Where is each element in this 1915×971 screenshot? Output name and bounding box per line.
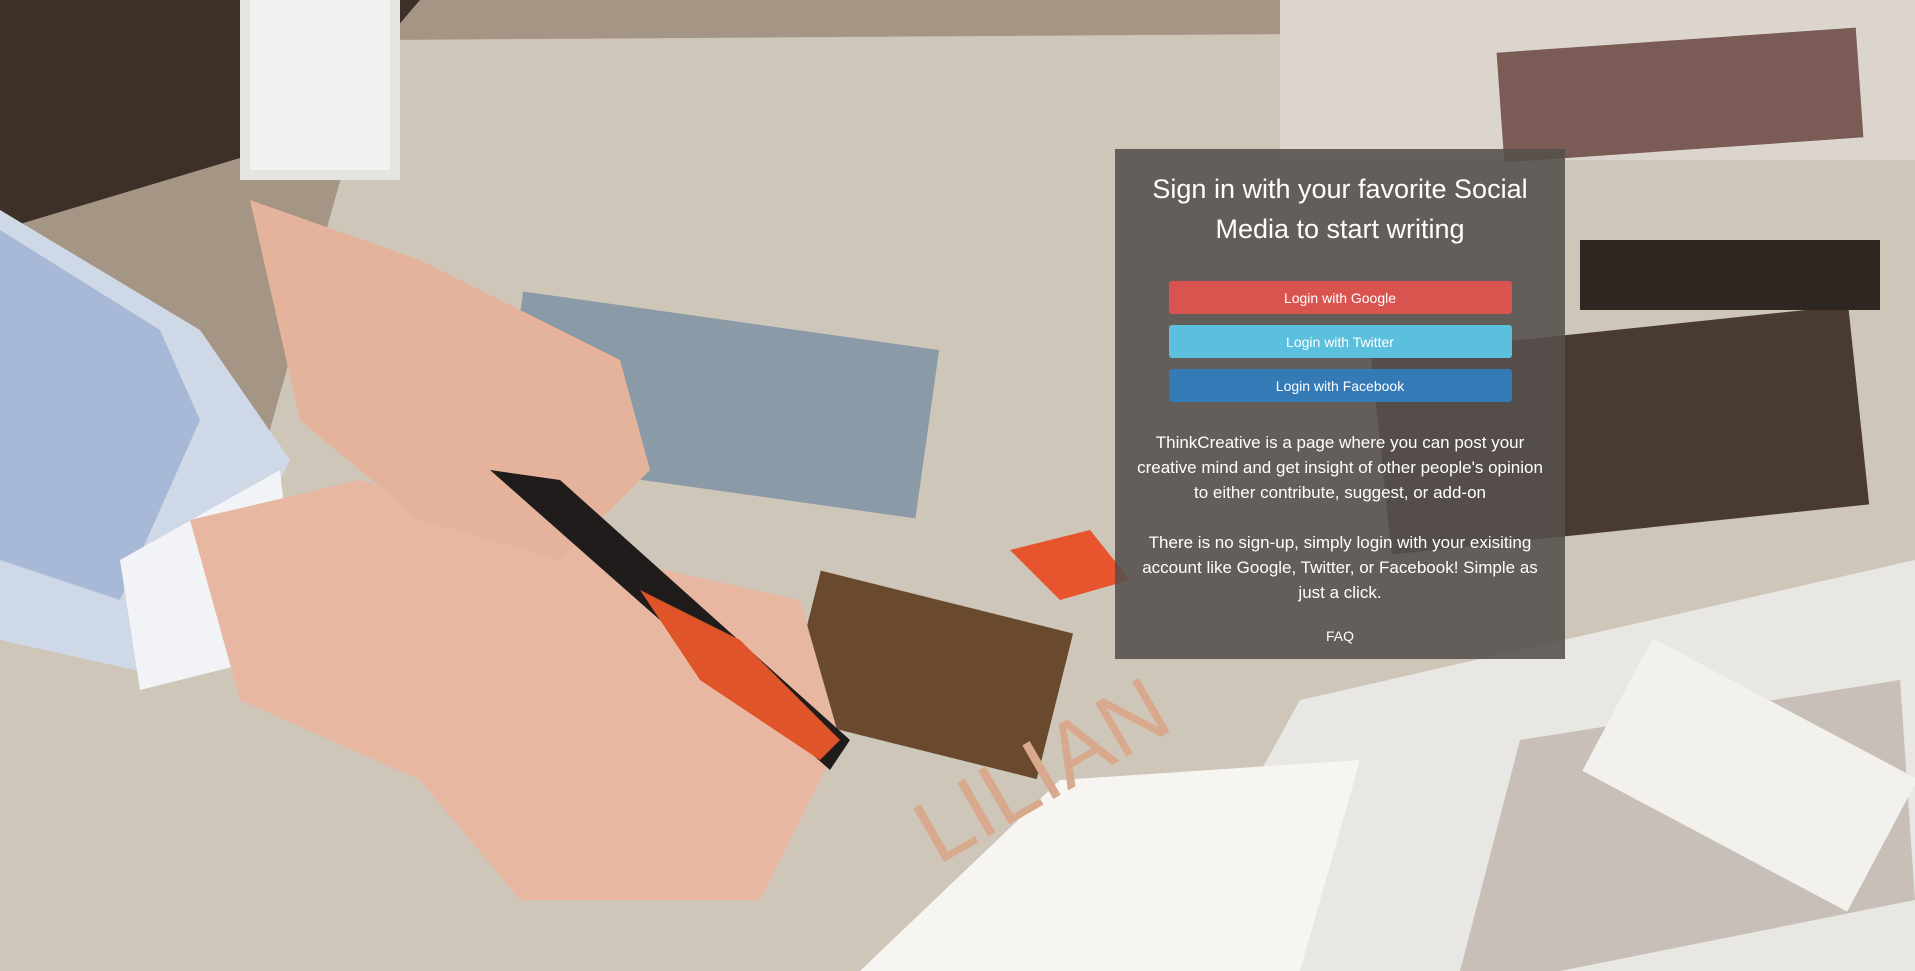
background-illustration: LILIAN	[0, 0, 1915, 971]
background-photo: LILIAN	[0, 0, 1915, 971]
login-google-button[interactable]: Login with Google	[1168, 281, 1512, 314]
login-facebook-button[interactable]: Login with Facebook	[1168, 369, 1512, 402]
login-title: Sign in with your favorite Social Media …	[1152, 174, 1528, 244]
faq-link[interactable]: FAQ	[1326, 628, 1354, 644]
login-panel: Sign in with your favorite Social Media …	[1115, 149, 1565, 659]
site-description: ThinkCreative is a page where you can po…	[1137, 433, 1543, 502]
login-twitter-button[interactable]: Login with Twitter	[1168, 325, 1512, 358]
signup-info: There is no sign-up, simply login with y…	[1142, 533, 1538, 602]
